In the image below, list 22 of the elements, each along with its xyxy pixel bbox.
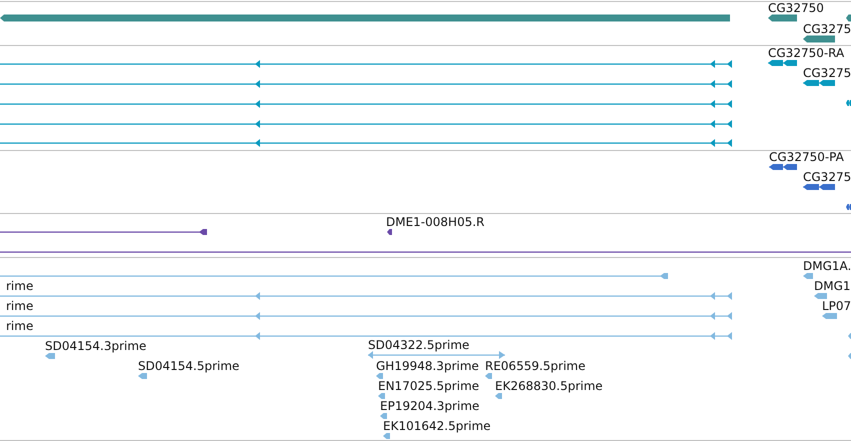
feature-label: rime (6, 299, 34, 313)
feature-label: CG3275 (803, 22, 851, 36)
feature-label: SD04154.3prime (45, 339, 146, 353)
feature-label: GH19948.3prime (376, 359, 479, 373)
feature-label: DMG1A. (803, 259, 851, 273)
feature-label: rime (6, 279, 34, 293)
feature-label: EP19204.3prime (380, 399, 480, 413)
feature-label: CG32750 (768, 1, 824, 15)
feature-label: EN17025.5prime (378, 379, 480, 393)
feature-label: SD04322.5prime (368, 338, 470, 352)
feature-label: CG32750-PA (769, 150, 844, 164)
feature-label: EK101642.5prime (383, 419, 491, 433)
feature-label: LP07 (822, 299, 851, 313)
feature-label: EK268830.5prime (495, 379, 603, 393)
feature-label: DMG1. (814, 279, 851, 293)
feature-label: RE06559.5prime (485, 359, 586, 373)
feature-label: CG32750-RA (768, 46, 844, 60)
feature-label: DME1-008H05.R (386, 215, 484, 229)
feature-label: SD04154.5prime (138, 359, 240, 373)
feature-label: rime (6, 319, 34, 333)
feature-label: CG3275 (803, 170, 851, 184)
feature-label: CG3275 (803, 66, 851, 80)
